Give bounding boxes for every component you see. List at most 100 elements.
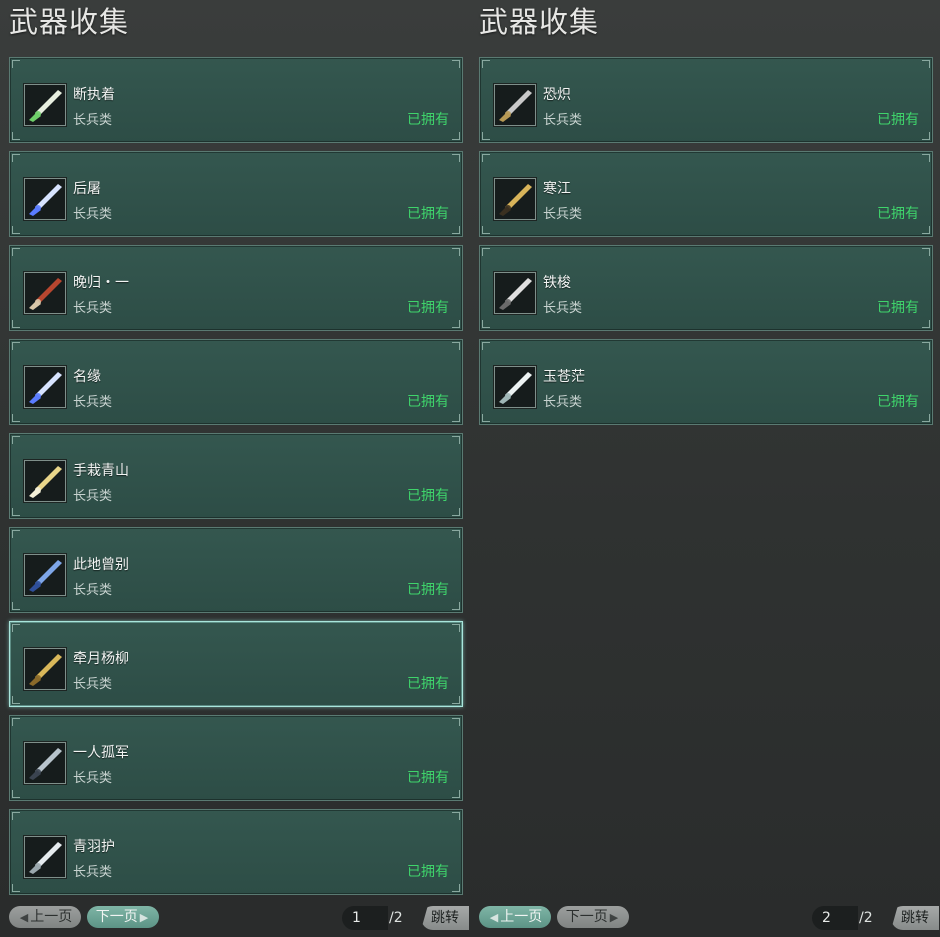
weapon-card[interactable]: 青羽护 长兵类 已拥有 — [9, 809, 463, 895]
gold-claw-spear-icon — [24, 648, 66, 690]
corner-ornament — [922, 226, 930, 234]
blue-crystal-blade-icon — [24, 366, 66, 408]
jump-button[interactable]: 跳转 — [891, 906, 939, 930]
corner-ornament — [922, 132, 930, 140]
panel-title: 武器收集 — [9, 5, 130, 39]
corner-ornament — [452, 320, 460, 328]
corner-ornament — [482, 342, 490, 350]
weapon-category: 长兵类 — [73, 395, 113, 410]
jade-trident-icon — [494, 366, 536, 408]
weapon-card[interactable]: 玉苍茫 长兵类 已拥有 — [479, 339, 933, 425]
corner-ornament — [12, 696, 20, 704]
next-page-button[interactable]: 下一页 ▶ — [557, 906, 629, 928]
owned-status: 已拥有 — [407, 300, 449, 316]
dark-spear-icon — [24, 742, 66, 784]
blue-crystal-blade-icon — [24, 178, 66, 220]
corner-ornament — [452, 248, 460, 256]
weapon-category: 长兵类 — [73, 207, 113, 222]
weapon-name: 玉苍茫 — [543, 369, 585, 385]
owned-status: 已拥有 — [877, 112, 919, 128]
weapon-card[interactable]: 一人孤军 长兵类 已拥有 — [9, 715, 463, 801]
chevron-right-icon: ▶ — [609, 911, 619, 924]
owned-status: 已拥有 — [407, 112, 449, 128]
weapon-collection-panel-page-2: 武器收集 恐炽 长兵类 已拥有 寒江 长兵类 已拥有 铁梭 长兵类 已拥有 玉苍… — [479, 0, 939, 937]
corner-ornament — [12, 790, 20, 798]
corner-ornament — [452, 602, 460, 610]
weapon-category: 长兵类 — [73, 301, 113, 316]
weapon-card[interactable]: 手栽青山 长兵类 已拥有 — [9, 433, 463, 519]
weapon-name: 手栽青山 — [73, 463, 129, 479]
corner-ornament — [452, 790, 460, 798]
corner-ornament — [482, 248, 490, 256]
weapon-category: 长兵类 — [73, 583, 113, 598]
weapon-card[interactable]: 后屠 长兵类 已拥有 — [9, 151, 463, 237]
corner-ornament — [452, 696, 460, 704]
panel-title: 武器收集 — [479, 5, 600, 39]
weapon-card[interactable]: 此地曾别 长兵类 已拥有 — [9, 527, 463, 613]
corner-ornament — [12, 624, 20, 632]
corner-ornament — [452, 884, 460, 892]
page-total: /2 — [389, 910, 403, 926]
weapon-name: 此地曾别 — [73, 557, 129, 573]
corner-ornament — [452, 624, 460, 632]
weapon-name: 铁梭 — [543, 275, 571, 291]
corner-ornament — [12, 342, 20, 350]
next-page-label: 下一页 — [95, 909, 138, 925]
corner-ornament — [12, 226, 20, 234]
weapon-card[interactable]: 牵月杨柳 长兵类 已拥有 — [9, 621, 463, 707]
corner-ornament — [922, 414, 930, 422]
owned-status: 已拥有 — [407, 206, 449, 222]
weapon-name: 恐炽 — [543, 87, 571, 103]
weapon-card[interactable]: 晚归・一 长兵类 已拥有 — [9, 245, 463, 331]
jump-button[interactable]: 跳转 — [421, 906, 469, 930]
owned-status: 已拥有 — [407, 770, 449, 786]
owned-status: 已拥有 — [877, 394, 919, 410]
corner-ornament — [12, 602, 20, 610]
weapon-category: 长兵类 — [73, 771, 113, 786]
weapon-card[interactable]: 寒江 长兵类 已拥有 — [479, 151, 933, 237]
corner-ornament — [482, 154, 490, 162]
corner-ornament — [452, 226, 460, 234]
prev-page-label: 上一页 — [30, 909, 73, 925]
prev-page-button[interactable]: ◀ 上一页 — [479, 906, 551, 928]
weapon-card[interactable]: 恐炽 长兵类 已拥有 — [479, 57, 933, 143]
weapon-list: 断执着 长兵类 已拥有 后屠 长兵类 已拥有 晚归・一 长兵类 已拥有 名缘 长… — [9, 57, 463, 903]
page-total: /2 — [859, 910, 873, 926]
prev-page-button[interactable]: ◀ 上一页 — [9, 906, 81, 928]
weapon-category: 长兵类 — [73, 113, 113, 128]
next-page-button[interactable]: 下一页 ▶ — [87, 906, 159, 928]
weapon-name: 名缘 — [73, 369, 101, 385]
corner-ornament — [482, 414, 490, 422]
weapon-category: 长兵类 — [73, 489, 113, 504]
corner-ornament — [922, 60, 930, 68]
page-number-input[interactable]: 1 — [342, 906, 388, 930]
corner-ornament — [12, 718, 20, 726]
corner-ornament — [452, 530, 460, 538]
weapon-card[interactable]: 名缘 长兵类 已拥有 — [9, 339, 463, 425]
weapon-name: 寒江 — [543, 181, 571, 197]
weapon-category: 长兵类 — [73, 677, 113, 692]
corner-ornament — [452, 718, 460, 726]
iron-spear-icon — [494, 272, 536, 314]
pagination: ◀ 上一页 下一页 ▶ 2 /2 跳转 — [479, 906, 939, 930]
chevron-right-icon: ▶ — [139, 911, 149, 924]
corner-ornament — [922, 248, 930, 256]
corner-ornament — [12, 812, 20, 820]
corner-ornament — [452, 812, 460, 820]
corner-ornament — [922, 154, 930, 162]
weapon-category: 长兵类 — [543, 207, 583, 222]
weapon-name: 一人孤军 — [73, 745, 129, 761]
corner-ornament — [12, 132, 20, 140]
weapon-list: 恐炽 长兵类 已拥有 寒江 长兵类 已拥有 铁梭 长兵类 已拥有 玉苍茫 长兵类… — [479, 57, 933, 433]
owned-status: 已拥有 — [407, 394, 449, 410]
weapon-card[interactable]: 铁梭 长兵类 已拥有 — [479, 245, 933, 331]
weapon-name: 断执着 — [73, 87, 115, 103]
corner-ornament — [922, 342, 930, 350]
owned-status: 已拥有 — [407, 488, 449, 504]
page-number-input[interactable]: 2 — [812, 906, 858, 930]
corner-ornament — [922, 320, 930, 328]
weapon-card[interactable]: 断执着 长兵类 已拥有 — [9, 57, 463, 143]
corner-ornament — [12, 436, 20, 444]
golden-spear-icon — [24, 460, 66, 502]
corner-ornament — [12, 248, 20, 256]
